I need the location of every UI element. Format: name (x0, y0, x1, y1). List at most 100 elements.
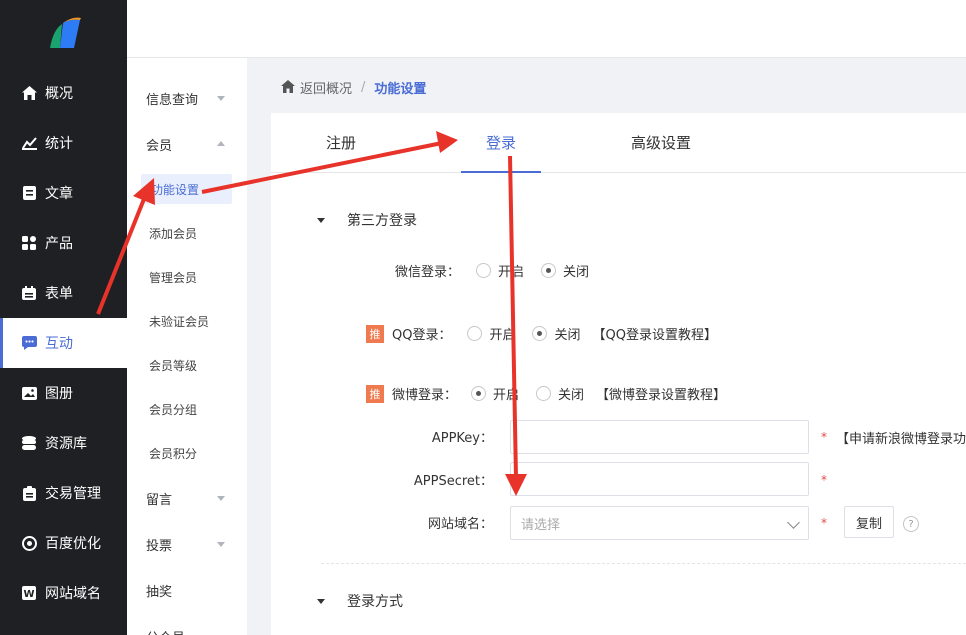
subnav-group-info-query[interactable]: 信息查询 (127, 75, 247, 121)
nav-item-label: 资源库 (45, 436, 87, 452)
wechat-login-row: 微信登录： 开启 关闭 (395, 261, 606, 280)
weibo-login-label: 微博登录： (392, 388, 458, 403)
weibo-login-off-option[interactable]: 关闭 (536, 384, 584, 403)
subnav-group-member[interactable]: 会员 (127, 121, 247, 167)
tab-login[interactable]: 登录 (461, 113, 541, 173)
chevron-up-icon (217, 141, 225, 146)
radio-button[interactable] (476, 263, 492, 278)
option-label: 关闭 (558, 388, 585, 403)
weibo-login-on-option[interactable]: 开启 (471, 384, 519, 403)
article-icon (21, 185, 37, 201)
breadcrumb: 返回概况 / 功能设置 (281, 77, 426, 97)
section-login-method[interactable]: 登录方式 (317, 591, 403, 611)
option-label: 开启 (489, 328, 516, 343)
required-mark: * (821, 516, 827, 530)
wechat-login-on-option[interactable]: 开启 (476, 261, 524, 280)
subnav-item-function-settings[interactable]: 功能设置 (141, 174, 232, 204)
radio-button[interactable] (467, 326, 483, 341)
section-third-party-login[interactable]: 第三方登录 (317, 210, 417, 230)
help-icon[interactable]: ? (903, 516, 919, 532)
chat-icon (21, 335, 37, 351)
home-icon (21, 85, 37, 101)
radio-button[interactable] (541, 263, 557, 278)
qq-tutorial-link[interactable]: 【QQ登录设置教程】 (593, 324, 717, 343)
recommend-badge: 推 (366, 324, 384, 343)
breadcrumb-current: 功能设置 (374, 81, 427, 97)
subnav-item-add-member[interactable]: 添加会员 (127, 211, 247, 255)
subnav-item-label: 会员分组 (149, 402, 198, 417)
sub-sidebar: 信息查询 会员 功能设置 添加会员 管理会员 未验证会员 会员等级 会员分组 会… (127, 58, 247, 635)
svg-text:W: W (23, 589, 34, 600)
nav-item-stats[interactable]: 统计 (0, 118, 127, 168)
nav-item-resources[interactable]: 资源库 (0, 418, 127, 468)
subnav-item-manage-member[interactable]: 管理会员 (127, 255, 247, 299)
nav-item-overview[interactable]: 概况 (0, 68, 127, 118)
breadcrumb-back-link[interactable]: 返回概况 (300, 78, 352, 97)
chevron-down-icon (217, 496, 225, 501)
nav-item-label: 统计 (45, 136, 73, 152)
tab-advanced-settings[interactable]: 高级设置 (616, 113, 706, 173)
recommend-badge: 推 (366, 384, 384, 403)
subnav-group-vote[interactable]: 投票 (127, 521, 247, 567)
tab-register[interactable]: 注册 (311, 113, 371, 173)
domain-icon: W (21, 585, 37, 601)
app-root: 概况 统计 文章 产品 表单 互动 图册 资源库 交易管理 百度优化 W 网站域… (0, 0, 966, 635)
nav-item-form[interactable]: 表单 (0, 268, 127, 318)
logo-icon (50, 17, 81, 48)
radio-button[interactable] (536, 386, 552, 401)
qq-login-off-option[interactable]: 关闭 (532, 324, 581, 343)
top-header (127, 0, 966, 58)
subnav-item-member-level[interactable]: 会员等级 (127, 343, 247, 387)
seo-icon (21, 535, 37, 551)
main-sidebar: 概况 统计 文章 产品 表单 互动 图册 资源库 交易管理 百度优化 W 网站域… (0, 0, 127, 635)
settings-panel: 注册 登录 高级设置 第三方登录 微信登录： 开启 关闭 推 QQ登录： 开启 … (271, 113, 966, 635)
subnav-item-label: 功能设置 (151, 182, 200, 197)
subnav-item-label: 未验证会员 (149, 314, 210, 329)
nav-item-product[interactable]: 产品 (0, 218, 127, 268)
nav-item-album[interactable]: 图册 (0, 368, 127, 418)
nav-item-seo[interactable]: 百度优化 (0, 518, 127, 568)
subnav-group-lottery[interactable]: 抽奖 (127, 567, 247, 613)
section-divider (321, 563, 966, 564)
nav-item-trade[interactable]: 交易管理 (0, 468, 127, 518)
radio-button[interactable] (532, 326, 548, 341)
collapse-triangle-icon (317, 217, 325, 223)
subnav-item-member-points[interactable]: 会员积分 (127, 431, 247, 475)
qq-login-on-option[interactable]: 开启 (467, 324, 515, 343)
appsecret-input[interactable] (510, 462, 809, 496)
appsecret-label: APPSecret： (413, 474, 493, 489)
weibo-tutorial-link[interactable]: 【微博登录设置教程】 (596, 384, 726, 403)
collapse-triangle-icon (317, 598, 325, 604)
wechat-login-off-option[interactable]: 关闭 (541, 261, 589, 280)
form-icon (21, 285, 37, 301)
nav-item-label: 表单 (45, 286, 73, 302)
appkey-input[interactable] (510, 420, 809, 454)
chart-icon (21, 135, 37, 151)
database-icon (21, 435, 37, 451)
subnav-item-member-group[interactable]: 会员分组 (127, 387, 247, 431)
nav-item-label: 图册 (45, 386, 73, 402)
copy-button[interactable]: 复制 (844, 506, 894, 538)
qq-login-label: QQ登录： (392, 328, 452, 343)
option-label: 关闭 (554, 328, 581, 343)
option-label: 开启 (498, 265, 525, 280)
nav-item-interaction[interactable]: 互动 (0, 318, 127, 368)
subnav-group-label: 抽奖 (146, 584, 173, 600)
nav-item-article[interactable]: 文章 (0, 168, 127, 218)
subnav-group-official-account[interactable]: 公众号 (127, 613, 247, 635)
subnav-group-message[interactable]: 留言 (127, 475, 247, 521)
radio-button[interactable] (471, 386, 487, 401)
required-mark: * (821, 473, 827, 487)
subnav-item-unverified-member[interactable]: 未验证会员 (127, 299, 247, 343)
nav-item-label: 概况 (45, 86, 73, 102)
section-title: 第三方登录 (347, 213, 417, 229)
weibo-apply-link[interactable]: 【申请新浪微博登录功 (836, 428, 966, 447)
subnav-item-label: 会员积分 (149, 446, 198, 461)
nav-item-domain[interactable]: W 网站域名 (0, 568, 127, 618)
home-icon (281, 80, 295, 93)
weibo-login-row: 推 微博登录： 开启 关闭 【微博登录设置教程】 (366, 384, 726, 403)
site-domain-select[interactable]: 请选择 (510, 506, 809, 540)
option-label: 开启 (493, 388, 520, 403)
chevron-down-icon (217, 96, 225, 101)
product-icon (21, 235, 37, 251)
